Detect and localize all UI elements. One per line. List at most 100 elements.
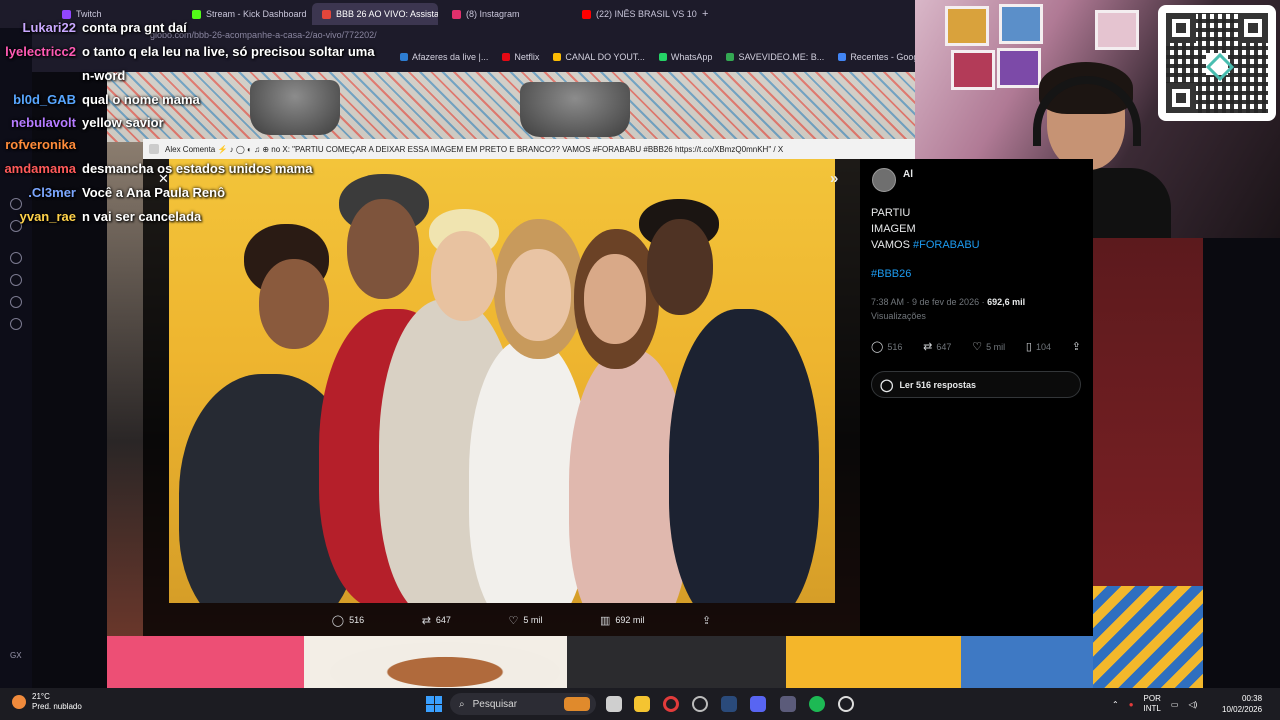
browser-tab[interactable]: (8) Instagram [442, 3, 568, 25]
chat-username[interactable]: lyelectricc2 [0, 44, 76, 59]
bookmark-item[interactable]: Netflix [502, 52, 539, 62]
bookmark-label: WhatsApp [670, 52, 713, 62]
read-replies-label: Ler 516 respostas [899, 379, 976, 390]
mic-icon[interactable]: ● [1129, 700, 1134, 709]
expand-panel-icon[interactable]: » [830, 170, 850, 190]
clock[interactable]: 00:38 10/02/2026 [1222, 693, 1262, 715]
bookmark-label: CANAL DO YOUT... [565, 52, 645, 62]
bookmark-favicon-icon [400, 53, 408, 61]
person-face [347, 199, 419, 299]
chat-username[interactable]: Lukari22 [0, 20, 76, 35]
keyboard-layout: INTL [1143, 704, 1161, 713]
chat-message: yvan_rae n vai ser cancelada [0, 209, 202, 224]
reply-action[interactable]: ◯ 516 [871, 340, 902, 353]
tab-label: (8) Instagram [466, 9, 520, 19]
chat-message: rofveronika [0, 137, 82, 152]
clock-date: 10/02/2026 [1222, 705, 1263, 714]
steam-icon[interactable] [721, 696, 737, 712]
bookmark-item[interactable]: WhatsApp [658, 52, 713, 62]
views-action[interactable]: ▥ 692 mil [600, 614, 644, 627]
weather-icon [12, 695, 26, 709]
tweet-author[interactable]: Al [903, 169, 913, 180]
bookmark-label: Netflix [514, 52, 540, 62]
tab-favicon-icon [452, 9, 461, 19]
browser-tab[interactable]: (22) INÊS BRASIL VS 10 P [572, 3, 698, 25]
tweet-photo[interactable] [169, 159, 835, 603]
tab-label: (22) INÊS BRASIL VS 10 P [596, 9, 698, 19]
share-action[interactable]: ⇪ [1072, 340, 1081, 353]
bookmark-item[interactable]: SAVEVIDEO.ME: B... [726, 52, 824, 62]
chat-text: conta pra gnt daí [82, 20, 187, 35]
bookmark-action[interactable]: ▯ 104 [1026, 340, 1051, 353]
app-icon[interactable] [838, 696, 854, 712]
chat-username[interactable]: rofveronika [0, 137, 76, 152]
chat-text: n vai ser cancelada [82, 209, 202, 224]
x-window-titlebar: Alex Comenta ⚡ ♪ ◯ ◐ ♫ ⊕ no X: "PARTIU C… [143, 139, 915, 159]
language-indicator[interactable]: POR INTL [1144, 694, 1161, 714]
share-action[interactable]: ⇪ [702, 614, 711, 627]
chat-message: bl0d_GAB qual o nome mama [0, 92, 200, 107]
like-action[interactable]: ♡ 5 mil [972, 340, 1005, 353]
language-code: POR [1143, 694, 1161, 703]
volume-icon[interactable]: ◁) [1188, 700, 1197, 709]
person-face [259, 259, 329, 349]
chat-username[interactable]: .Cl3mer [0, 185, 76, 200]
person-face [505, 249, 571, 341]
avatar[interactable] [872, 168, 896, 192]
chat-message: Lukari22 conta pra gnt daí [0, 20, 187, 35]
chat-username[interactable]: bl0d_GAB [0, 92, 76, 107]
tweet-text: PARTIU IMAGEM VAMOS #FORABABU [871, 205, 1011, 253]
browser-tab[interactable]: BBB 26 AO VIVO: Assista [312, 3, 438, 25]
reply-action[interactable]: ◯ 516 [332, 614, 364, 627]
chevron-up-icon[interactable]: ⌃ [1112, 700, 1119, 709]
discord-icon[interactable] [750, 696, 766, 712]
kitchen-backsplash [107, 72, 915, 142]
spotify-icon[interactable] [809, 696, 825, 712]
action-count: 647 [936, 341, 952, 352]
app-icon[interactable] [780, 696, 796, 712]
network-icon[interactable]: ▭ [1171, 700, 1179, 709]
hashtag-link[interactable]: #BBB26 [871, 268, 911, 280]
screen: Twitch Stream - Kick Dashboard BBB 26 AO V… [0, 0, 1280, 720]
tab-label: Stream - Kick Dashboard [206, 9, 307, 19]
read-replies-button[interactable]: ◯ Ler 516 respostas [871, 371, 1081, 398]
file-explorer-icon[interactable] [634, 696, 650, 712]
browser-tab[interactable]: Stream - Kick Dashboard [182, 3, 308, 25]
qr-code [1158, 5, 1276, 121]
bookmark-item[interactable]: Afazeres da live |... [400, 52, 488, 62]
weather-widget[interactable]: 21°C Pred. nublado [12, 692, 82, 712]
chat-message: n-word [0, 68, 125, 83]
tweet-time[interactable]: 7:38 AM · 9 de fev de 2026 · [871, 297, 985, 307]
new-tab-button[interactable]: + [702, 8, 708, 20]
tab-favicon-icon [322, 9, 331, 19]
action-count: 5 mil [523, 615, 543, 625]
x-window-title: Alex Comenta ⚡ ♪ ◯ ◐ ♫ ⊕ no X: "PARTIU C… [165, 144, 784, 154]
extensions-icon[interactable] [10, 296, 22, 308]
player-icon[interactable] [10, 252, 22, 264]
person-face [431, 231, 497, 321]
chat-message: nebulavolt yellow savior [0, 115, 164, 130]
chat-username[interactable]: nebulavolt [0, 115, 76, 130]
chat-username[interactable]: yvan_rae [0, 209, 76, 224]
person-face [647, 219, 713, 315]
history-icon[interactable] [10, 274, 22, 286]
settings-icon[interactable] [10, 318, 22, 330]
task-view-icon[interactable] [606, 696, 622, 712]
bookmark-item[interactable]: CANAL DO YOUT... [553, 52, 645, 62]
hashtag-link[interactable]: #FORABABU [913, 239, 980, 251]
obs-icon[interactable] [692, 696, 708, 712]
tab-favicon-icon [582, 9, 591, 19]
tab-favicon-icon [62, 9, 71, 19]
bookmark-icon: ▯ [1025, 341, 1032, 353]
repost-action[interactable]: ⇄ 647 [923, 340, 951, 353]
weather-desc: Pred. nublado [32, 702, 82, 711]
opera-gx-icon[interactable] [663, 696, 679, 712]
like-action[interactable]: ♡ 5 mil [509, 614, 543, 627]
taskbar-search[interactable]: ⌕ Pesquisar [450, 693, 596, 715]
chat-username[interactable]: amdamama [0, 161, 76, 176]
bookmark-favicon-icon [726, 53, 735, 61]
bookmark-favicon-icon [838, 53, 847, 61]
repost-action[interactable]: ⇄ 647 [422, 614, 451, 627]
speech-bubble-icon: ◯ [880, 377, 894, 392]
start-button[interactable] [426, 696, 442, 712]
